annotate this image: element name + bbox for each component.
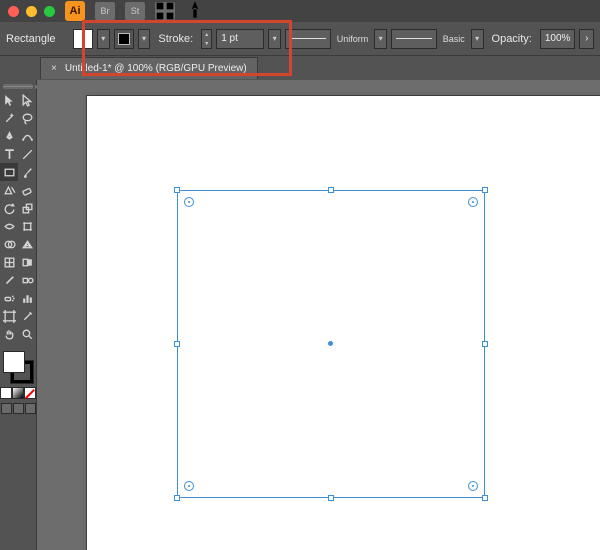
close-window-button[interactable]: [8, 6, 19, 17]
variable-width-label: Uniform: [335, 34, 371, 44]
type-tool[interactable]: [0, 145, 18, 163]
document-tab[interactable]: × Untitled-1* @ 100% (RGB/GPU Preview): [40, 57, 258, 79]
blend-tool[interactable]: [18, 271, 36, 289]
slice-tool[interactable]: [18, 307, 36, 325]
resize-handle-ml[interactable]: [174, 341, 180, 347]
tool-grid: [0, 91, 36, 343]
symbol-sprayer-tool[interactable]: [0, 289, 18, 307]
fill-color-box[interactable]: [3, 351, 25, 373]
titlebar: Ai Br St: [0, 0, 600, 22]
resize-handle-tm[interactable]: [328, 187, 334, 193]
corner-widget-tl[interactable]: [184, 197, 194, 207]
opacity-label: Opacity:: [488, 33, 536, 45]
arrange-icon[interactable]: [155, 2, 175, 20]
direct-selection-tool[interactable]: [18, 91, 36, 109]
zoom-tool[interactable]: [18, 325, 36, 343]
active-shape-label: Rectangle: [6, 33, 69, 45]
screen-mode-presentation[interactable]: [25, 403, 36, 414]
eyedropper-tool[interactable]: [0, 271, 18, 289]
line-segment-tool[interactable]: [18, 145, 36, 163]
pen-tool[interactable]: [0, 127, 18, 145]
fill-swatch-dropdown[interactable]: ▾: [97, 29, 110, 49]
fill-swatch[interactable]: [73, 29, 93, 49]
shaper-tool[interactable]: [0, 181, 18, 199]
variable-width-profile[interactable]: [285, 29, 331, 49]
color-mode-gradient[interactable]: [12, 387, 24, 399]
screen-mode-row: [1, 403, 36, 414]
workspace: »: [0, 80, 600, 550]
selection-tool[interactable]: [0, 91, 18, 109]
brush-label: Basic: [441, 34, 467, 44]
brush-dropdown[interactable]: ▾: [471, 29, 484, 49]
document-tab-strip: × Untitled-1* @ 100% (RGB/GPU Preview): [0, 56, 600, 80]
gradient-tool[interactable]: [18, 253, 36, 271]
close-tab-icon[interactable]: ×: [51, 63, 57, 74]
resize-handle-br[interactable]: [482, 495, 488, 501]
control-bar: Rectangle ▾ ▾ Stroke: ▴▾ ▾ Uniform ▾ Bas…: [0, 22, 600, 56]
panel-grabber[interactable]: »: [3, 84, 33, 89]
color-mode-none[interactable]: [24, 387, 36, 399]
fill-stroke-indicator[interactable]: [1, 349, 35, 385]
window-controls: [8, 6, 55, 17]
rectangle-tool[interactable]: [0, 163, 18, 181]
stock-icon[interactable]: St: [125, 2, 145, 20]
shape-builder-tool[interactable]: [0, 235, 18, 253]
resize-handle-mr[interactable]: [482, 341, 488, 347]
rotate-tool[interactable]: [0, 199, 18, 217]
mesh-tool[interactable]: [0, 253, 18, 271]
stroke-swatch-dropdown[interactable]: ▾: [138, 29, 151, 49]
selected-rectangle[interactable]: [177, 190, 485, 498]
canvas-area[interactable]: [37, 80, 600, 550]
stroke-width-dropdown[interactable]: ▾: [268, 29, 281, 49]
screen-mode-full[interactable]: [13, 403, 24, 414]
screen-mode-normal[interactable]: [1, 403, 12, 414]
minimize-window-button[interactable]: [26, 6, 37, 17]
eraser-tool[interactable]: [18, 181, 36, 199]
brush-definition[interactable]: [391, 29, 437, 49]
stroke-label: Stroke:: [154, 33, 197, 45]
corner-widget-bl[interactable]: [184, 481, 194, 491]
resize-handle-bm[interactable]: [328, 495, 334, 501]
magic-wand-tool[interactable]: [0, 109, 18, 127]
variable-width-dropdown[interactable]: ▾: [374, 29, 387, 49]
corner-widget-tr[interactable]: [468, 197, 478, 207]
free-transform-tool[interactable]: [18, 217, 36, 235]
selection-center-icon: [328, 341, 333, 346]
control-bar-more[interactable]: ›: [579, 29, 594, 49]
resize-handle-bl[interactable]: [174, 495, 180, 501]
perspective-grid-tool[interactable]: [18, 235, 36, 253]
resize-handle-tl[interactable]: [174, 187, 180, 193]
lasso-tool[interactable]: [18, 109, 36, 127]
stroke-width-field[interactable]: [216, 29, 264, 49]
tool-panel: »: [0, 80, 37, 550]
opacity-field[interactable]: 100%: [540, 29, 576, 49]
stroke-width-stepper[interactable]: ▴▾: [201, 29, 212, 49]
maximize-window-button[interactable]: [44, 6, 55, 17]
stroke-swatch[interactable]: [114, 29, 134, 49]
bridge-icon[interactable]: Br: [95, 2, 115, 20]
width-tool[interactable]: [0, 217, 18, 235]
gpu-rocket-icon[interactable]: [185, 2, 205, 20]
corner-widget-br[interactable]: [468, 481, 478, 491]
app-logo-icon: Ai: [65, 1, 85, 21]
paintbrush-tool[interactable]: [18, 163, 36, 181]
column-graph-tool[interactable]: [18, 289, 36, 307]
hand-tool[interactable]: [0, 325, 18, 343]
color-mode-row: [0, 387, 36, 399]
resize-handle-tr[interactable]: [482, 187, 488, 193]
color-mode-solid[interactable]: [0, 387, 12, 399]
curvature-tool[interactable]: [18, 127, 36, 145]
artboard-tool[interactable]: [0, 307, 18, 325]
document-tab-label: Untitled-1* @ 100% (RGB/GPU Preview): [65, 63, 247, 74]
scale-tool[interactable]: [18, 199, 36, 217]
